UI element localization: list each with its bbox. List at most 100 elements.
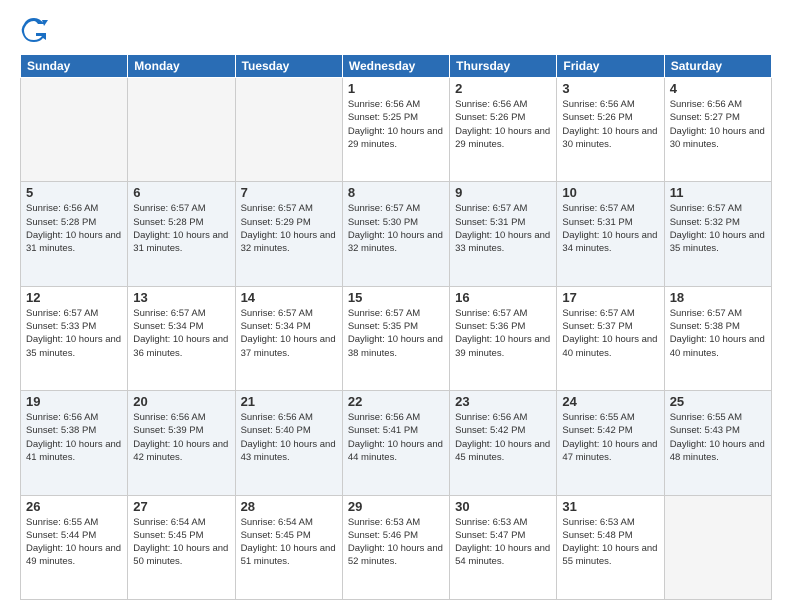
calendar-cell: 7 Sunrise: 6:57 AM Sunset: 5:29 PM Daylig… (235, 182, 342, 286)
day-info: Sunrise: 6:56 AM Sunset: 5:41 PM Dayligh… (348, 411, 444, 464)
calendar-cell: 25 Sunrise: 6:55 AM Sunset: 5:43 PM Dayli… (664, 391, 771, 495)
day-info: Sunrise: 6:56 AM Sunset: 5:28 PM Dayligh… (26, 202, 122, 255)
day-number: 7 (241, 185, 337, 200)
calendar-cell: 10Sunrise: 6:57 AM Sunset: 5:31 PM Dayli… (557, 182, 664, 286)
day-info: Sunrise: 6:57 AM Sunset: 5:37 PM Dayligh… (562, 307, 658, 360)
day-info: Sunrise: 6:57 AM Sunset: 5:32 PM Dayligh… (670, 202, 766, 255)
day-info: Sunrise: 6:53 AM Sunset: 5:46 PM Dayligh… (348, 516, 444, 569)
day-info: Sunrise: 6:57 AM Sunset: 5:28 PM Dayligh… (133, 202, 229, 255)
weekday-header-monday: Monday (128, 55, 235, 78)
day-number: 3 (562, 81, 658, 96)
day-number: 5 (26, 185, 122, 200)
day-info: Sunrise: 6:54 AM Sunset: 5:45 PM Dayligh… (241, 516, 337, 569)
day-number: 26 (26, 499, 122, 514)
day-info: Sunrise: 6:53 AM Sunset: 5:47 PM Dayligh… (455, 516, 551, 569)
calendar-cell: 6Sunrise: 6:57 AM Sunset: 5:28 PM Daylig… (128, 182, 235, 286)
calendar-cell: 19Sunrise: 6:56 AM Sunset: 5:38 PM Dayli… (21, 391, 128, 495)
day-info: Sunrise: 6:56 AM Sunset: 5:26 PM Dayligh… (455, 98, 551, 151)
weekday-header-saturday: Saturday (664, 55, 771, 78)
day-number: 14 (241, 290, 337, 305)
day-number: 9 (455, 185, 551, 200)
day-number: 1 (348, 81, 444, 96)
day-number: 31 (562, 499, 658, 514)
day-number: 29 (348, 499, 444, 514)
day-number: 25 (670, 394, 766, 409)
calendar-week-row: 1 Sunrise: 6:56 AM Sunset: 5:25 PM Daylig… (21, 78, 772, 182)
day-info: Sunrise: 6:55 AM Sunset: 5:42 PM Dayligh… (562, 411, 658, 464)
weekday-header-tuesday: Tuesday (235, 55, 342, 78)
day-info: Sunrise: 6:56 AM Sunset: 5:38 PM Dayligh… (26, 411, 122, 464)
calendar-week-row: 19Sunrise: 6:56 AM Sunset: 5:38 PM Dayli… (21, 391, 772, 495)
day-info: Sunrise: 6:56 AM Sunset: 5:40 PM Dayligh… (241, 411, 337, 464)
calendar-cell: 5 Sunrise: 6:56 AM Sunset: 5:28 PM Daylig… (21, 182, 128, 286)
day-info: Sunrise: 6:53 AM Sunset: 5:48 PM Dayligh… (562, 516, 658, 569)
day-info: Sunrise: 6:57 AM Sunset: 5:31 PM Dayligh… (455, 202, 551, 255)
calendar-cell: 14 Sunrise: 6:57 AM Sunset: 5:34 PM Dayli… (235, 286, 342, 390)
calendar-cell: 23Sunrise: 6:56 AM Sunset: 5:42 PM Dayli… (450, 391, 557, 495)
day-info: Sunrise: 6:57 AM Sunset: 5:34 PM Dayligh… (241, 307, 337, 360)
day-number: 10 (562, 185, 658, 200)
day-info: Sunrise: 6:56 AM Sunset: 5:25 PM Dayligh… (348, 98, 444, 151)
calendar-week-row: 5 Sunrise: 6:56 AM Sunset: 5:28 PM Daylig… (21, 182, 772, 286)
day-info: Sunrise: 6:57 AM Sunset: 5:35 PM Dayligh… (348, 307, 444, 360)
day-number: 18 (670, 290, 766, 305)
day-number: 27 (133, 499, 229, 514)
day-info: Sunrise: 6:57 AM Sunset: 5:29 PM Dayligh… (241, 202, 337, 255)
calendar-cell: 24Sunrise: 6:55 AM Sunset: 5:42 PM Dayli… (557, 391, 664, 495)
calendar-week-row: 26 Sunrise: 6:55 AM Sunset: 5:44 PM Dayli… (21, 495, 772, 599)
header (20, 16, 772, 44)
calendar-cell: 13Sunrise: 6:57 AM Sunset: 5:34 PM Dayli… (128, 286, 235, 390)
day-number: 17 (562, 290, 658, 305)
calendar-cell: 3 Sunrise: 6:56 AM Sunset: 5:26 PM Daylig… (557, 78, 664, 182)
calendar-cell (664, 495, 771, 599)
calendar-cell: 8 Sunrise: 6:57 AM Sunset: 5:30 PM Daylig… (342, 182, 449, 286)
calendar-week-row: 12 Sunrise: 6:57 AM Sunset: 5:33 PM Dayli… (21, 286, 772, 390)
day-number: 8 (348, 185, 444, 200)
day-number: 21 (241, 394, 337, 409)
day-info: Sunrise: 6:56 AM Sunset: 5:26 PM Dayligh… (562, 98, 658, 151)
day-number: 11 (670, 185, 766, 200)
day-number: 30 (455, 499, 551, 514)
day-info: Sunrise: 6:55 AM Sunset: 5:43 PM Dayligh… (670, 411, 766, 464)
day-number: 28 (241, 499, 337, 514)
day-number: 15 (348, 290, 444, 305)
calendar-cell: 12 Sunrise: 6:57 AM Sunset: 5:33 PM Dayli… (21, 286, 128, 390)
calendar-cell (128, 78, 235, 182)
day-info: Sunrise: 6:57 AM Sunset: 5:30 PM Dayligh… (348, 202, 444, 255)
calendar-cell: 31 Sunrise: 6:53 AM Sunset: 5:48 PM Dayli… (557, 495, 664, 599)
calendar-cell: 9 Sunrise: 6:57 AM Sunset: 5:31 PM Daylig… (450, 182, 557, 286)
day-info: Sunrise: 6:57 AM Sunset: 5:34 PM Dayligh… (133, 307, 229, 360)
day-info: Sunrise: 6:56 AM Sunset: 5:42 PM Dayligh… (455, 411, 551, 464)
calendar-cell: 2Sunrise: 6:56 AM Sunset: 5:26 PM Daylig… (450, 78, 557, 182)
calendar-cell: 15 Sunrise: 6:57 AM Sunset: 5:35 PM Dayli… (342, 286, 449, 390)
calendar-cell: 1 Sunrise: 6:56 AM Sunset: 5:25 PM Daylig… (342, 78, 449, 182)
calendar-cell: 28 Sunrise: 6:54 AM Sunset: 5:45 PM Dayli… (235, 495, 342, 599)
day-number: 12 (26, 290, 122, 305)
calendar-cell: 30 Sunrise: 6:53 AM Sunset: 5:47 PM Dayli… (450, 495, 557, 599)
logo-icon (20, 16, 48, 44)
weekday-header-sunday: Sunday (21, 55, 128, 78)
weekday-header-row: SundayMondayTuesdayWednesdayThursdayFrid… (21, 55, 772, 78)
calendar-cell: 16Sunrise: 6:57 AM Sunset: 5:36 PM Dayli… (450, 286, 557, 390)
calendar-cell: 22Sunrise: 6:56 AM Sunset: 5:41 PM Dayli… (342, 391, 449, 495)
day-number: 20 (133, 394, 229, 409)
logo (20, 16, 52, 44)
calendar-cell: 18Sunrise: 6:57 AM Sunset: 5:38 PM Dayli… (664, 286, 771, 390)
calendar-cell: 17 Sunrise: 6:57 AM Sunset: 5:37 PM Dayli… (557, 286, 664, 390)
calendar-cell: 4Sunrise: 6:56 AM Sunset: 5:27 PM Daylig… (664, 78, 771, 182)
calendar-cell: 11 Sunrise: 6:57 AM Sunset: 5:32 PM Dayli… (664, 182, 771, 286)
day-number: 16 (455, 290, 551, 305)
calendar-cell (21, 78, 128, 182)
day-info: Sunrise: 6:55 AM Sunset: 5:44 PM Dayligh… (26, 516, 122, 569)
day-info: Sunrise: 6:57 AM Sunset: 5:33 PM Dayligh… (26, 307, 122, 360)
weekday-header-friday: Friday (557, 55, 664, 78)
calendar-cell: 26 Sunrise: 6:55 AM Sunset: 5:44 PM Dayli… (21, 495, 128, 599)
calendar-cell: 29 Sunrise: 6:53 AM Sunset: 5:46 PM Dayli… (342, 495, 449, 599)
weekday-header-thursday: Thursday (450, 55, 557, 78)
calendar-cell: 20 Sunrise: 6:56 AM Sunset: 5:39 PM Dayli… (128, 391, 235, 495)
calendar: SundayMondayTuesdayWednesdayThursdayFrid… (20, 54, 772, 600)
weekday-header-wednesday: Wednesday (342, 55, 449, 78)
calendar-cell (235, 78, 342, 182)
day-info: Sunrise: 6:56 AM Sunset: 5:27 PM Dayligh… (670, 98, 766, 151)
day-info: Sunrise: 6:56 AM Sunset: 5:39 PM Dayligh… (133, 411, 229, 464)
